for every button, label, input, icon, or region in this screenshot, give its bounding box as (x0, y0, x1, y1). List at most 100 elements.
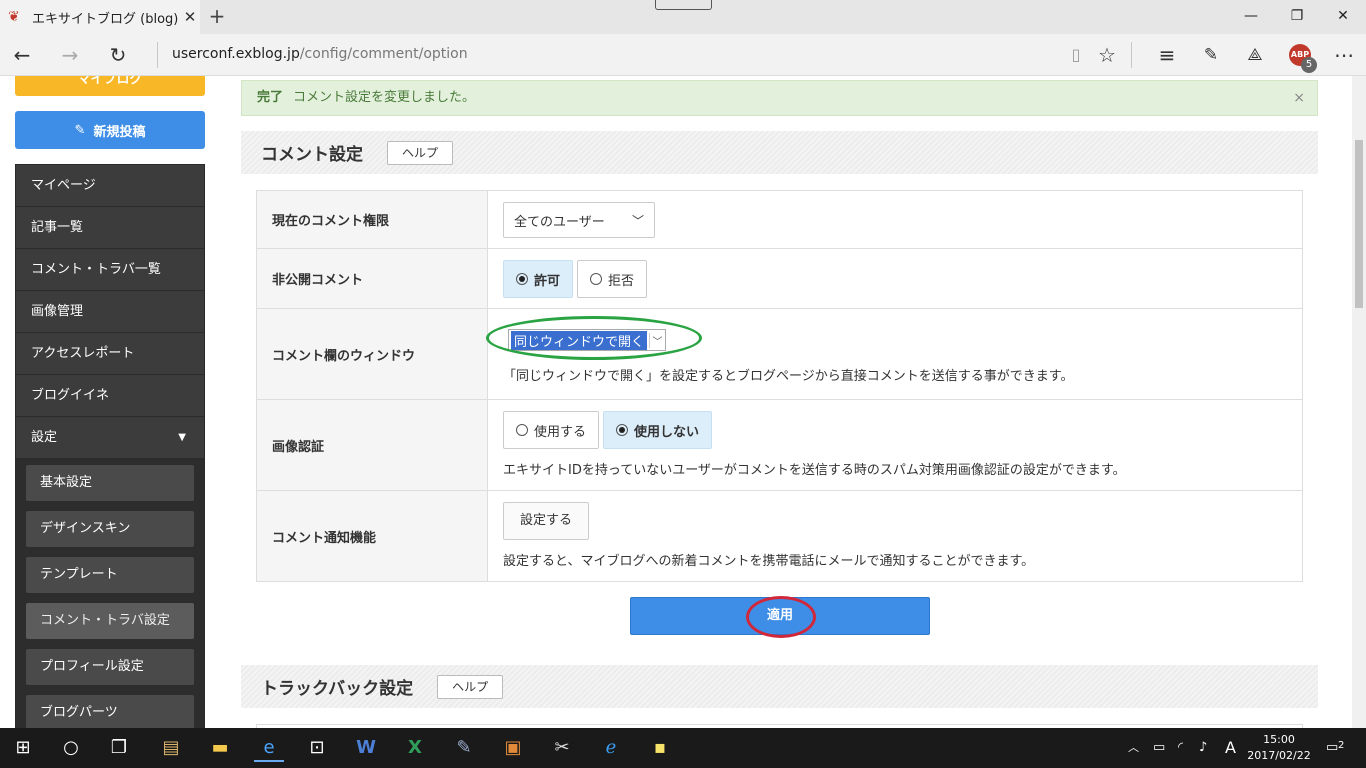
private-comment-radio-group: 許可 拒否 (503, 260, 1287, 298)
captcha-use-radio[interactable]: 使用する (503, 411, 600, 449)
subnav-item-design-skin[interactable]: デザインスキン (26, 511, 194, 547)
windows-start-icon[interactable]: ⊞ (8, 734, 38, 762)
comment-settings-title: コメント設定 (261, 145, 363, 165)
success-alert: 完了 コメント設定を変更しました。 × (241, 80, 1318, 116)
web-note-icon[interactable]: ✎ (1197, 42, 1225, 68)
sidebar-item-comments[interactable]: コメント・トラバ一覧 (16, 249, 204, 291)
battery-icon[interactable]: ▭ (1153, 728, 1165, 768)
wifi-icon[interactable]: ◜ (1178, 728, 1183, 768)
alert-close-icon[interactable]: × (1293, 81, 1305, 115)
windows-taskbar: ⊞ ○ ❐ ▤ ▬ e ⊡ W X ✎ ▣ ✂ ℯ ▪ ︿ ▭ ◜ ♪ A 15… (0, 728, 1366, 768)
sidebar-item-label: ブログイイネ (31, 388, 110, 403)
restore-icon[interactable]: ❐ (1274, 0, 1320, 34)
page-scrollbar[interactable] (1352, 76, 1366, 728)
radio-dot (616, 424, 629, 436)
new-post-button[interactable]: ✎ 新規投稿 (15, 111, 205, 149)
window-drag-handle[interactable] (655, 0, 712, 10)
row-private-comment: 非公開コメント 許可 拒否 (257, 249, 1302, 309)
more-menu-icon[interactable]: ⋯ (1330, 42, 1358, 68)
sidebar-item-label: コメント・トラバ一覧 (31, 262, 161, 277)
comment-permission-select[interactable]: 全てのユーザー ﹀ (503, 202, 655, 238)
edge-browser-icon[interactable]: e (254, 734, 284, 762)
notify-setting-button[interactable]: 設定する (503, 502, 590, 540)
subnav-item-blog-parts[interactable]: ブログパーツ (26, 695, 194, 728)
sidebar-item-access-report[interactable]: アクセスレポート (16, 333, 204, 375)
captcha-nouse-radio[interactable]: 使用しない (603, 411, 713, 449)
apply-button[interactable]: 適用 (630, 596, 930, 638)
row-comment-permission: 現在のコメント権限 全てのユーザー ﹀ (257, 191, 1302, 249)
browser-navbar: ← → ↻ userconf.exblog.jp/config/comment/… (0, 34, 1366, 76)
browser-tab[interactable]: ❦ エキサイトブログ (blog)|コメ ✕ (0, 0, 200, 34)
tray-expand-icon[interactable]: ︿ (1128, 728, 1139, 768)
volume-icon[interactable]: ♪ (1199, 728, 1207, 768)
pencil-icon: ✎ (74, 122, 86, 138)
forward-arrow-icon[interactable]: → (56, 42, 84, 68)
comment-settings-table: 現在のコメント権限 全てのユーザー ﹀ 非公開コメント 許可 拒否 コメント欄の… (256, 190, 1303, 582)
myblog-button[interactable]: マイブログ (15, 76, 205, 96)
excel-icon[interactable]: X (400, 734, 430, 762)
sidebar-item-settings[interactable]: 設定 ▼ (16, 417, 204, 459)
sticky-notes-icon[interactable]: ▪ (645, 734, 675, 762)
select-value: 全てのユーザー (514, 214, 605, 230)
sidebar-item-label: マイページ (31, 178, 96, 193)
alert-message: コメント設定を変更しました。 (293, 90, 476, 105)
url-path: /config/comment/option (299, 46, 468, 62)
paint-icon[interactable]: ✎ (449, 734, 479, 762)
navbar-separator (157, 42, 158, 68)
ime-indicator[interactable]: A (1225, 728, 1236, 768)
file-cabinet-icon[interactable]: ▤ (156, 734, 186, 762)
comment-window-select-wrap: 同じウィンドウで開く ﹀ (486, 316, 702, 360)
trackback-help-button[interactable]: ヘルプ (437, 674, 504, 699)
toolbox-icon[interactable]: ▣ (498, 734, 528, 762)
task-view-icon[interactable]: ❐ (104, 734, 134, 762)
internet-explorer-icon[interactable]: ℯ (596, 734, 626, 762)
back-arrow-icon[interactable]: ← (8, 42, 36, 68)
private-allow-radio[interactable]: 許可 (503, 260, 574, 298)
subnav-item-basic[interactable]: 基本設定 (26, 465, 194, 501)
browser-titlebar: ❦ エキサイトブログ (blog)|コメ ✕ + — ❐ ✕ (0, 0, 1366, 34)
word-icon[interactable]: W (351, 734, 381, 762)
sidebar-item-mypage[interactable]: マイページ (16, 165, 204, 207)
chevron-down-icon: ﹀ (631, 213, 644, 228)
row-comment-notify: コメント通知機能 設定する 設定すると、マイブログへの新着コメントを携帯電話にメ… (257, 491, 1302, 581)
radio-dot (516, 273, 528, 285)
favorite-star-icon[interactable]: ☆ (1093, 42, 1121, 68)
reading-view-icon[interactable]: ▯ (1062, 42, 1090, 68)
sidebar-item-label: 設定 (31, 430, 58, 445)
caret-down-icon: ▼ (178, 432, 186, 443)
comment-settings-header: コメント設定 ヘルプ (241, 131, 1318, 174)
scrollbar-thumb[interactable] (1355, 140, 1363, 308)
new-tab-button[interactable]: + (206, 5, 228, 27)
snipping-tool-icon[interactable]: ✂ (547, 734, 577, 762)
settings-subnav: 基本設定 デザインスキン テンプレート コメント・トラバ設定 プロフィール設定 … (16, 459, 204, 728)
store-icon[interactable]: ⊡ (302, 734, 332, 762)
taskbar-clock[interactable]: 15:00 2017/02/22 (1246, 732, 1312, 764)
subnav-item-comment-trackback[interactable]: コメント・トラバ設定 (26, 603, 194, 639)
subnav-item-profile[interactable]: プロフィール設定 (26, 649, 194, 685)
sidebar-item-images[interactable]: 画像管理 (16, 291, 204, 333)
address-bar[interactable]: userconf.exblog.jp/config/comment/option (172, 46, 468, 62)
share-icon[interactable]: ⟁ (1241, 42, 1269, 68)
tab-title: エキサイトブログ (blog)|コメ (32, 11, 180, 27)
sidebar-item-articles[interactable]: 記事一覧 (16, 207, 204, 249)
minimize-icon[interactable]: — (1228, 0, 1274, 34)
close-window-icon[interactable]: ✕ (1320, 0, 1366, 34)
cortana-icon[interactable]: ○ (56, 734, 86, 762)
new-post-label: 新規投稿 (93, 124, 146, 140)
refresh-icon[interactable]: ↻ (104, 42, 132, 68)
hub-icon[interactable]: ≡ (1153, 42, 1181, 68)
row-label: 現在のコメント権限 (257, 191, 488, 248)
private-deny-radio[interactable]: 拒否 (577, 260, 648, 298)
action-center-icon[interactable]: ▭ (1326, 728, 1338, 768)
trackback-settings-header: トラックバック設定 ヘルプ (241, 665, 1318, 708)
green-highlight-circle (486, 316, 702, 360)
alert-strong: 完了 (257, 90, 284, 105)
file-explorer-icon[interactable]: ▬ (205, 734, 235, 762)
tab-close-button[interactable]: ✕ (180, 8, 200, 26)
comment-help-button[interactable]: ヘルプ (387, 140, 454, 165)
sidebar-item-label: 画像管理 (31, 304, 84, 319)
subnav-item-template[interactable]: テンプレート (26, 557, 194, 593)
myblog-label: マイブログ (77, 76, 143, 87)
sidebar-item-blog-iine[interactable]: ブログイイネ (16, 375, 204, 417)
row-note: エキサイトIDを持っていないユーザーがコメントを送信する時のスパム対策用画像認証… (503, 463, 1126, 478)
